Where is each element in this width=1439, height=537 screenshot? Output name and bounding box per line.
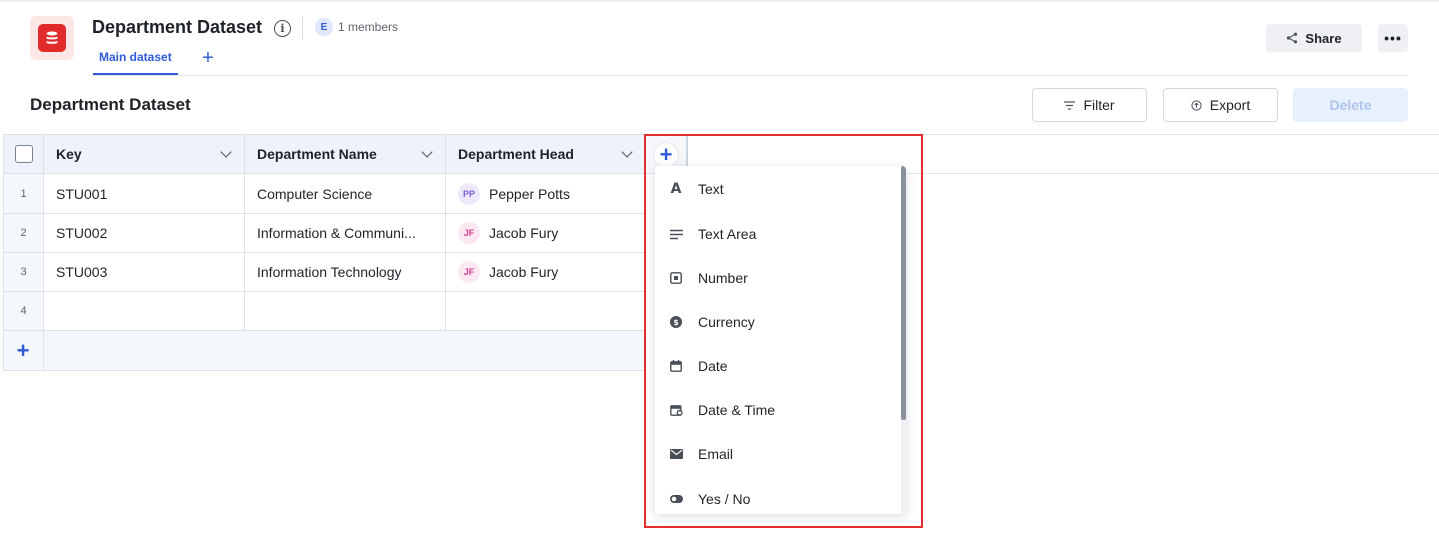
page-title: Department Dataset <box>92 17 263 37</box>
table-cell-department-head[interactable]: JF Jacob Fury <box>446 253 646 292</box>
row-index: 1 <box>3 174 44 214</box>
members-count[interactable]: 1 members <box>338 20 398 34</box>
section-title: Department Dataset <box>30 95 191 114</box>
column-header-label: Key <box>56 146 82 162</box>
row-index: 2 <box>3 214 44 253</box>
person-name: Pepper Potts <box>489 185 570 202</box>
table-cell-department-head[interactable]: JF Jacob Fury <box>446 214 646 253</box>
avatar: PP <box>458 182 480 205</box>
top-shadow <box>0 0 1439 3</box>
member-avatar[interactable]: E <box>315 18 333 36</box>
chevron-down-icon[interactable] <box>220 146 232 158</box>
highlight-frame <box>644 134 923 528</box>
add-tab-button[interactable]: + <box>200 48 216 68</box>
column-header-department-head[interactable]: Department Head <box>446 134 646 174</box>
person-name: Jacob Fury <box>489 225 559 241</box>
column-header-label: Department Name <box>257 146 377 162</box>
add-row-bar <box>3 331 646 371</box>
share-icon <box>1287 32 1298 44</box>
table-cell-department-head[interactable]: PP Pepper Potts <box>446 174 646 214</box>
delete-button[interactable]: Delete <box>1293 88 1408 122</box>
table-cell-department-name[interactable]: Information & Communi... <box>245 214 446 253</box>
divider <box>302 17 303 39</box>
filter-button[interactable]: Filter <box>1032 88 1147 122</box>
filter-label: Filter <box>1083 97 1115 113</box>
table-cell-department-name[interactable] <box>245 292 446 331</box>
table-cell-key[interactable] <box>44 292 245 331</box>
table-cell-key[interactable]: STU003 <box>44 253 245 292</box>
chevron-down-icon[interactable] <box>421 146 433 158</box>
select-all-cell <box>3 134 44 174</box>
person-name: Jacob Fury <box>489 264 559 280</box>
dataset-logo <box>30 16 74 60</box>
table-cell-department-name[interactable]: Computer Science <box>245 174 446 214</box>
chevron-down-icon[interactable] <box>621 146 633 158</box>
export-label: Export <box>1209 97 1251 113</box>
avatar: JF <box>458 222 480 244</box>
top-bar: Department Dataset i E 1 members Main da… <box>0 0 1439 76</box>
share-button[interactable]: Share <box>1266 24 1362 52</box>
filter-icon <box>1064 100 1076 110</box>
database-icon <box>38 24 66 52</box>
table-cell-department-name[interactable]: Information Technology <box>245 253 446 292</box>
column-header-label: Department Head <box>458 146 574 162</box>
avatar: JF <box>458 261 480 283</box>
column-header-department-name[interactable]: Department Name <box>245 134 446 174</box>
tab-main-dataset[interactable]: Main dataset <box>93 50 178 75</box>
export-icon <box>1191 99 1202 111</box>
plus-icon: + <box>16 338 30 363</box>
select-all-checkbox[interactable] <box>14 145 33 163</box>
row-index: 3 <box>3 253 44 292</box>
column-header-key[interactable]: Key <box>44 134 245 174</box>
table-cell-key[interactable]: STU001 <box>44 174 245 214</box>
row-index: 4 <box>3 292 44 331</box>
table-cell-department-head[interactable] <box>446 292 646 331</box>
header-divider <box>92 75 1408 76</box>
add-row-button[interactable]: + <box>3 331 44 371</box>
share-label: Share <box>1305 30 1342 46</box>
table-cell-key[interactable]: STU002 <box>44 214 245 253</box>
export-button[interactable]: Export <box>1163 88 1278 122</box>
info-icon[interactable]: i <box>274 20 291 37</box>
more-options-button[interactable]: ••• <box>1378 24 1408 52</box>
